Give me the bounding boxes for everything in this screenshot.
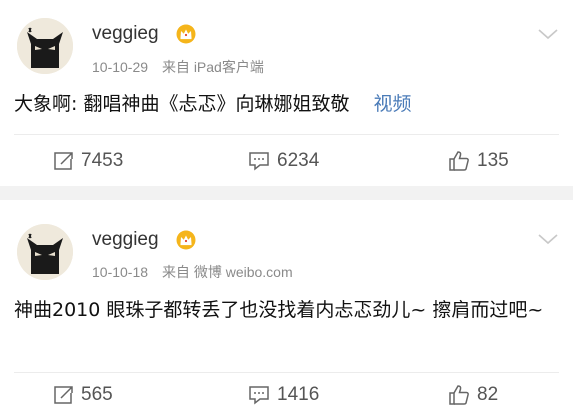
post-text: 大象啊: 翻唱神曲《忐忑》向琳娜姐致敬: [14, 93, 350, 115]
video-link[interactable]: 视频: [373, 93, 411, 115]
divider: [14, 372, 559, 373]
black-cat-avatar-icon: [17, 224, 73, 280]
comment-button[interactable]: 6234: [248, 146, 319, 176]
action-bar: 7453 6234 135: [0, 146, 573, 176]
repost-button[interactable]: 565: [52, 380, 113, 410]
chevron-down-icon[interactable]: [537, 27, 559, 41]
comment-button[interactable]: 1416: [248, 380, 319, 410]
divider: [14, 134, 559, 135]
weibo-feed: veggieg 10-10-29 来自 iPad客户端 大象啊: 翻唱神曲《忐忑…: [0, 0, 573, 413]
comment-count: 6234: [277, 150, 320, 171]
action-bar: 565 1416 82: [0, 380, 573, 410]
like-count: 135: [477, 150, 509, 171]
post-content: 大象啊: 翻唱神曲《忐忑》向琳娜姐致敬 视频: [14, 88, 557, 121]
post-source: 来自 iPad客户端: [161, 59, 264, 75]
repost-count: 565: [81, 384, 113, 405]
post-date: 10-10-29: [92, 59, 149, 75]
comment-count: 1416: [277, 384, 320, 405]
like-count: 82: [477, 384, 499, 405]
username[interactable]: veggieg: [92, 229, 159, 251]
repost-count: 7453: [81, 150, 124, 171]
crown-badge-icon[interactable]: [176, 230, 196, 250]
comment-icon: [249, 152, 269, 171]
thumbs-up-icon: [449, 151, 469, 171]
thumbs-up-icon: [449, 385, 469, 405]
black-cat-avatar-icon: [17, 18, 73, 74]
post-content: 神曲2010 眼珠子都转丢了也没找着内忐忑劲儿~ 擦肩而过吧~: [14, 294, 557, 327]
post-card[interactable]: veggieg 10-10-29 来自 iPad客户端 大象啊: 翻唱神曲《忐忑…: [0, 0, 573, 186]
username[interactable]: veggieg: [92, 23, 159, 45]
repost-button[interactable]: 7453: [52, 146, 123, 176]
post-source: 来自 微博 weibo.com: [161, 264, 293, 280]
post-card[interactable]: veggieg 10-10-18 来自 微博 weibo.com 神曲2010 …: [0, 200, 573, 413]
like-button[interactable]: 135: [448, 146, 509, 176]
post-date: 10-10-18: [92, 264, 149, 280]
repost-icon: [54, 152, 73, 170]
avatar[interactable]: [17, 224, 73, 280]
like-button[interactable]: 82: [448, 380, 498, 410]
post-text: 神曲2010 眼珠子都转丢了也没找着内忐忑劲儿~ 擦肩而过吧~: [14, 299, 544, 321]
repost-icon: [54, 386, 73, 404]
chevron-down-icon[interactable]: [537, 232, 559, 246]
post-separator: [0, 186, 573, 200]
post-meta: 10-10-29 来自 iPad客户端: [92, 57, 274, 77]
avatar[interactable]: [17, 18, 73, 74]
crown-badge-icon[interactable]: [176, 24, 196, 44]
post-meta: 10-10-18 来自 微博 weibo.com: [92, 262, 303, 282]
comment-icon: [249, 386, 269, 405]
